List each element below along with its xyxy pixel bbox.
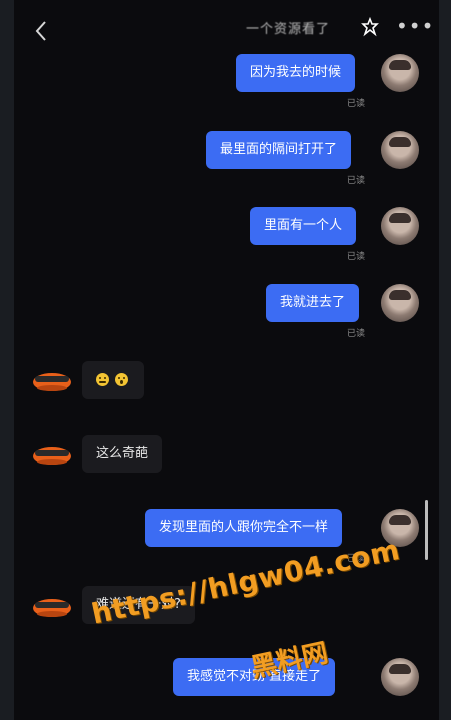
message-bubble-incoming[interactable]: 这么奇葩	[82, 435, 163, 473]
my-avatar[interactable]	[381, 54, 419, 92]
chat-screen	[14, 0, 439, 720]
my-avatar[interactable]	[381, 658, 419, 696]
device-frame-right	[439, 0, 451, 720]
my-avatar[interactable]	[381, 207, 419, 245]
badge-icon	[361, 17, 379, 37]
contact-avatar[interactable]	[30, 432, 74, 472]
grimace-emoji-icon	[96, 373, 109, 386]
contact-avatar[interactable]	[30, 358, 74, 398]
read-status: 已读	[347, 252, 366, 262]
message-bubble-outgoing[interactable]: 我就进去了	[266, 284, 360, 322]
chevron-left-icon	[35, 21, 46, 41]
contact-avatar[interactable]	[30, 584, 74, 624]
message-text: 因为我去的时候	[250, 65, 342, 80]
message-text: 发现里面的人跟你完全不一样	[159, 520, 329, 535]
scrollbar[interactable]	[425, 500, 428, 560]
message-text: 我就进去了	[280, 295, 346, 310]
device-frame-left	[0, 0, 14, 720]
message-bubble-outgoing[interactable]: 最里面的隔间打开了	[206, 131, 352, 169]
surprised-emoji-icon	[115, 373, 129, 386]
message-bubble-outgoing[interactable]: 里面有一个人	[250, 207, 357, 245]
read-status: 已读	[347, 329, 366, 339]
more-options-button[interactable]: •••	[396, 14, 434, 38]
message-bubble-outgoing[interactable]: 因为我去的时候	[236, 54, 356, 92]
my-avatar[interactable]	[381, 131, 419, 169]
read-status: 已读	[347, 176, 366, 186]
back-button[interactable]	[32, 18, 52, 44]
message-bubble-incoming[interactable]	[82, 361, 145, 399]
my-avatar[interactable]	[381, 284, 419, 322]
message-text: 这么奇葩	[96, 446, 149, 461]
message-bubble-outgoing[interactable]: 发现里面的人跟你完全不一样	[145, 509, 343, 547]
message-text: 最里面的隔间打开了	[220, 142, 338, 157]
chat-title: 一个资源看了	[246, 22, 331, 37]
read-status: 已读	[347, 99, 366, 109]
message-text: 里面有一个人	[264, 218, 343, 233]
